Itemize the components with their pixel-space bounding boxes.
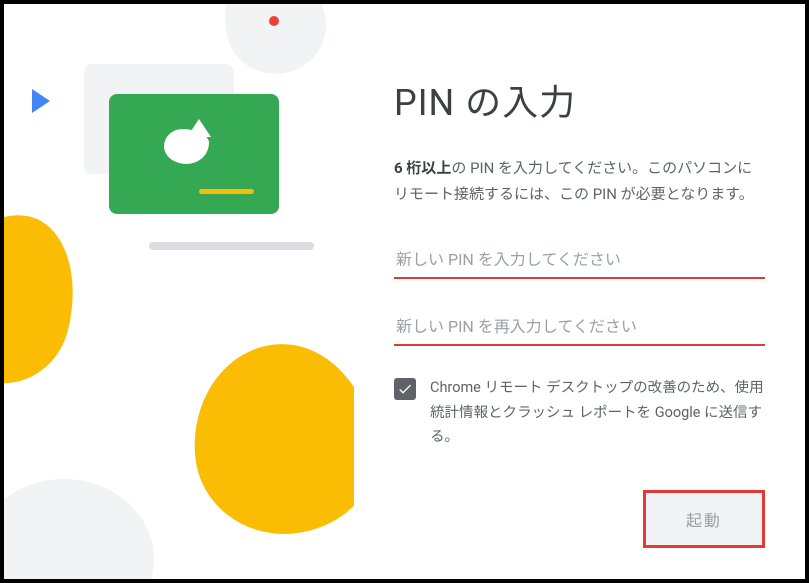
decorative-blob-gray-bottom bbox=[4, 479, 154, 579]
decorative-blob-yellow-left bbox=[4, 200, 94, 398]
form-panel: PIN の入力 6 桁以上の PIN を入力してください。このパソコンにリモート… bbox=[354, 4, 805, 579]
monitor-line-icon bbox=[199, 189, 254, 194]
stats-checkbox[interactable] bbox=[394, 378, 416, 400]
description-text: 6 桁以上の PIN を入力してください。このパソコンにリモート接続するには、こ… bbox=[394, 156, 765, 207]
button-row: 起動 bbox=[394, 490, 765, 548]
illustration-panel bbox=[4, 4, 354, 579]
description-bold: 6 桁以上 bbox=[394, 159, 451, 177]
checkmark-icon bbox=[397, 381, 413, 397]
page-title: PIN の入力 bbox=[394, 74, 765, 126]
stats-checkbox-label: Chrome リモート デスクトップの改善のため、使用統計情報とクラッシュ レポ… bbox=[430, 376, 765, 450]
pin-input[interactable] bbox=[394, 242, 765, 279]
stats-checkbox-row: Chrome リモート デスクトップの改善のため、使用統計情報とクラッシュ レポ… bbox=[394, 376, 765, 450]
start-button[interactable]: 起動 bbox=[643, 490, 765, 548]
pin-confirm-input[interactable] bbox=[394, 309, 765, 346]
play-triangle-icon bbox=[32, 89, 50, 113]
monitor-front-icon bbox=[109, 94, 279, 214]
decorative-red-dot bbox=[269, 16, 279, 26]
monitor-triangle-icon bbox=[187, 119, 211, 137]
decorative-blob-yellow-right bbox=[186, 337, 354, 542]
monitor-stand-icon bbox=[149, 242, 314, 250]
